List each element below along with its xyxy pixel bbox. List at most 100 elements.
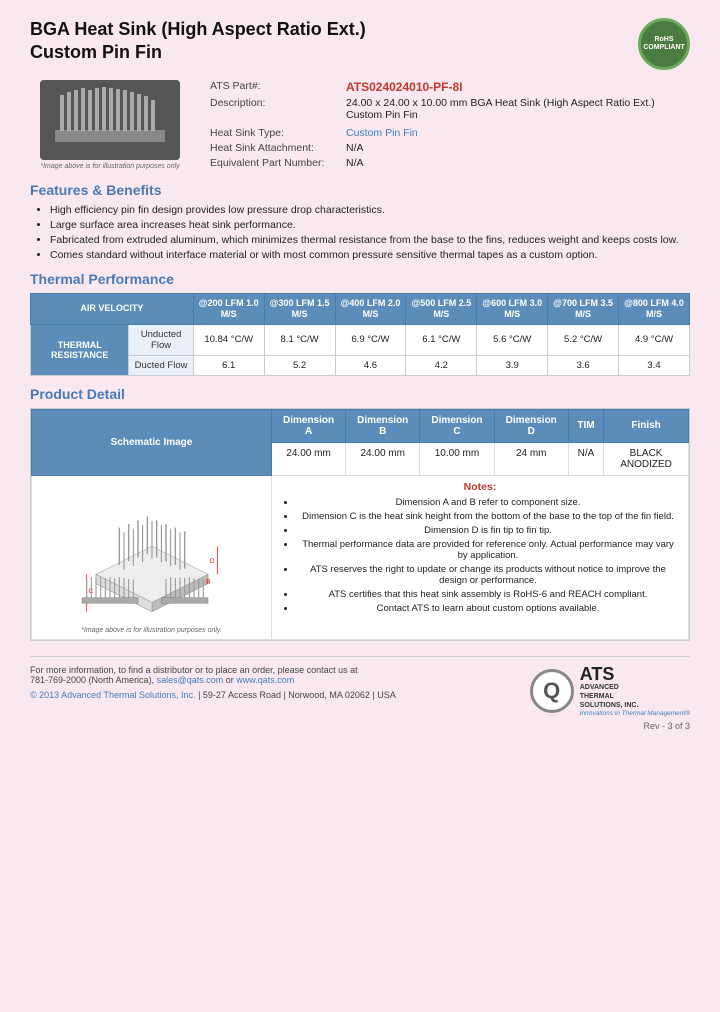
product-detail-title: Product Detail xyxy=(30,386,690,402)
product-detail-table: Schematic Image Dimension A Dimension B … xyxy=(31,409,689,640)
contact-text: For more information, to find a distribu… xyxy=(30,665,358,675)
product-info: *Image above is for illustration purpose… xyxy=(30,80,690,172)
schematic-cell: C D A B xyxy=(32,475,272,639)
col-200lfm: @200 LFM 1.0 M/S xyxy=(193,294,264,325)
ducted-v7: 3.4 xyxy=(619,355,690,375)
dim-a-header: Dimension A xyxy=(272,409,346,442)
notes-title: Notes: xyxy=(280,481,680,493)
dim-b-header: Dimension B xyxy=(346,409,420,442)
unducted-label: Unducted Flow xyxy=(129,324,193,355)
svg-text:D: D xyxy=(209,558,214,565)
hs-attach-label: Heat Sink Attachment: xyxy=(210,142,340,154)
ducted-v1: 6.1 xyxy=(193,355,264,375)
note-item: Dimension C is the heat sink height from… xyxy=(296,511,680,522)
part-number-row: ATS Part#: ATS024024010-PF-8I xyxy=(210,80,690,94)
note-item: ATS certifies that this heat sink assemb… xyxy=(296,589,680,600)
footer-or: or xyxy=(226,675,237,685)
page: BGA Heat Sink (High Aspect Ratio Ext.) C… xyxy=(0,0,720,1012)
notes-cell: Notes: Dimension A and B refer to compon… xyxy=(272,475,689,639)
footer-right: Q ATS ADVANCED THERMAL SOLUTIONS, INC. I… xyxy=(530,665,690,732)
footer-phone: 781-769-2000 (North America), xyxy=(30,675,154,685)
footer-website[interactable]: www.qats.com xyxy=(236,675,294,685)
feature-item: Fabricated from extruded aluminum, which… xyxy=(50,234,690,246)
col-400lfm: @400 LFM 2.0 M/S xyxy=(335,294,406,325)
page-number: Rev - 3 of 3 xyxy=(643,721,690,731)
equiv-part-row: Equivalent Part Number: N/A xyxy=(210,157,690,169)
thermal-title: Thermal Performance xyxy=(30,271,690,287)
note-item: ATS reserves the right to update or chan… xyxy=(296,564,680,586)
col-800lfm: @800 LFM 4.0 M/S xyxy=(619,294,690,325)
finish-header: Finish xyxy=(604,409,689,442)
feature-item: Large surface area increases heat sink p… xyxy=(50,219,690,231)
note-item: Contact ATS to learn about custom option… xyxy=(296,603,680,614)
dim-c-val: 10.00 mm xyxy=(420,442,494,475)
product-image-box: *Image above is for illustration purpose… xyxy=(30,80,190,172)
tim-header: TIM xyxy=(568,409,603,442)
equiv-label: Equivalent Part Number: xyxy=(210,157,340,169)
note-item: Dimension D is fin tip to fin tip. xyxy=(296,525,680,536)
footer-email[interactable]: sales@qats.com xyxy=(157,675,224,685)
unducted-v3: 6.9 °C/W xyxy=(335,324,406,355)
ducted-v6: 3.6 xyxy=(548,355,619,375)
dim-c-header: Dimension C xyxy=(420,409,494,442)
page-title: BGA Heat Sink (High Aspect Ratio Ext.) C… xyxy=(30,18,366,65)
col-600lfm: @600 LFM 3.0 M/S xyxy=(477,294,548,325)
logo-ats: ATS xyxy=(580,665,690,683)
product-detail-section: Schematic Image Dimension A Dimension B … xyxy=(30,408,690,641)
ducted-v4: 4.2 xyxy=(406,355,477,375)
schematic-caption: *Image above is for illustration purpose… xyxy=(40,627,263,634)
equiv-value: N/A xyxy=(346,157,364,169)
schematic-header: Schematic Image xyxy=(32,409,272,475)
thermal-table: AIR VELOCITY @200 LFM 1.0 M/S @300 LFM 1… xyxy=(30,293,690,376)
footer: For more information, to find a distribu… xyxy=(30,656,690,732)
features-list: High efficiency pin fin design provides … xyxy=(30,204,690,261)
unducted-v1: 10.84 °C/W xyxy=(193,324,264,355)
col-700lfm: @700 LFM 3.5 M/S xyxy=(548,294,619,325)
ducted-label: Ducted Flow xyxy=(129,355,193,375)
features-title: Features & Benefits xyxy=(30,182,690,198)
air-velocity-header: AIR VELOCITY xyxy=(31,294,194,325)
unducted-v5: 5.6 °C/W xyxy=(477,324,548,355)
footer-contact: For more information, to find a distribu… xyxy=(30,665,396,685)
title-line2: Custom Pin Fin xyxy=(30,42,162,62)
desc-value: 24.00 x 24.00 x 10.00 mm BGA Heat Sink (… xyxy=(346,97,690,121)
logo-sub: Innovations in Thermal Management® xyxy=(580,710,690,718)
svg-text:B: B xyxy=(206,578,210,585)
finish-val: BLACK ANODIZED xyxy=(604,442,689,475)
notes-list: Dimension A and B refer to component siz… xyxy=(280,497,680,614)
col-500lfm: @500 LFM 2.5 M/S xyxy=(406,294,477,325)
rohs-line1: RoHS xyxy=(654,36,673,44)
unducted-v4: 6.1 °C/W xyxy=(406,324,477,355)
dim-b-val: 24.00 mm xyxy=(346,442,420,475)
hs-type-label: Heat Sink Type: xyxy=(210,127,340,139)
ats-logo: Q ATS ADVANCED THERMAL SOLUTIONS, INC. I… xyxy=(530,665,690,719)
col-300lfm: @300 LFM 1.5 M/S xyxy=(264,294,335,325)
part-value: ATS024024010-PF-8I xyxy=(346,80,463,94)
ducted-v2: 5.2 xyxy=(264,355,335,375)
tim-val: N/A xyxy=(568,442,603,475)
logo-tagline: ADVANCED THERMAL SOLUTIONS, INC. xyxy=(580,683,690,710)
dim-d-header: Dimension D xyxy=(494,409,568,442)
title-line1: BGA Heat Sink (High Aspect Ratio Ext.) xyxy=(30,19,366,39)
note-item: Thermal performance data are provided fo… xyxy=(296,539,680,561)
product-image xyxy=(40,80,180,160)
heatsink-type-row: Heat Sink Type: Custom Pin Fin xyxy=(210,127,690,139)
footer-copyright: © 2013 Advanced Thermal Solutions, Inc. … xyxy=(30,690,396,700)
desc-label: Description: xyxy=(210,97,340,121)
hs-type-value: Custom Pin Fin xyxy=(346,127,418,139)
description-row: Description: 24.00 x 24.00 x 10.00 mm BG… xyxy=(210,97,690,121)
unducted-v6: 5.2 °C/W xyxy=(548,324,619,355)
dim-a-val: 24.00 mm xyxy=(272,442,346,475)
image-caption: *Image above is for illustration purpose… xyxy=(40,163,179,170)
rohs-badge: RoHS COMPLIANT xyxy=(638,18,690,70)
feature-item: Comes standard without interface materia… xyxy=(50,249,690,261)
logo-text: ATS ADVANCED THERMAL SOLUTIONS, INC. Inn… xyxy=(580,665,690,719)
feature-item: High efficiency pin fin design provides … xyxy=(50,204,690,216)
heatsink-attach-row: Heat Sink Attachment: N/A xyxy=(210,142,690,154)
product-details: ATS Part#: ATS024024010-PF-8I Descriptio… xyxy=(210,80,690,172)
unducted-v2: 8.1 °C/W xyxy=(264,324,335,355)
note-item: Dimension A and B refer to component siz… xyxy=(296,497,680,508)
unducted-v7: 4.9 °C/W xyxy=(619,324,690,355)
rohs-line2: COMPLIANT xyxy=(643,44,685,52)
header: BGA Heat Sink (High Aspect Ratio Ext.) C… xyxy=(30,18,690,70)
